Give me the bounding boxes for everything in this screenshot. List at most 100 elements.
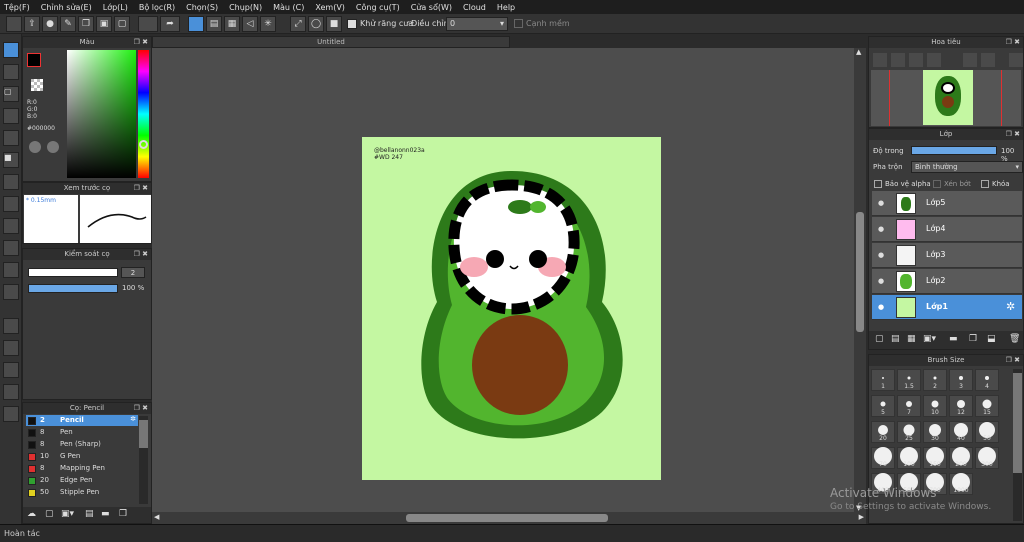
- close-icon[interactable]: ❐ ✖: [1006, 129, 1020, 140]
- brush-size-cell[interactable]: 200: [949, 447, 973, 469]
- canvas-vertical-scrollbar[interactable]: ▲ ▼: [854, 48, 866, 512]
- protect-alpha-checkbox[interactable]: [874, 180, 882, 188]
- shape-tool-icon[interactable]: [3, 384, 19, 400]
- gear-icon[interactable]: ✲: [130, 415, 136, 423]
- scroll-up-icon[interactable]: ▲: [856, 48, 861, 56]
- brush-size-cell[interactable]: 1000: [949, 473, 973, 495]
- new-layer-icon[interactable]: ▢: [875, 334, 884, 344]
- menu-capture[interactable]: Chụp(N): [229, 3, 262, 12]
- magic-wand-tool-icon[interactable]: [3, 130, 19, 146]
- menu-tools[interactable]: Công cụ(T): [356, 3, 400, 12]
- new-1bit-layer-icon[interactable]: ▦: [907, 334, 916, 344]
- rotate-tool-icon[interactable]: [3, 362, 19, 378]
- lock-icon[interactable]: [1009, 53, 1023, 67]
- brush-size-cell[interactable]: 25: [897, 421, 921, 443]
- zoom-tool-icon[interactable]: [3, 340, 19, 356]
- canvas-horizontal-scrollbar[interactable]: ◀ ▶: [152, 512, 866, 524]
- layer-row-1[interactable]: ● Lớp1 ✲: [872, 295, 1022, 320]
- layer-menu-icon[interactable]: ▣▾: [923, 334, 936, 344]
- hue-slider[interactable]: [138, 50, 149, 178]
- brush-size-cell[interactable]: 70: [871, 447, 895, 469]
- brush-size-cell[interactable]: 150: [923, 447, 947, 469]
- brush-size-cell[interactable]: 40: [949, 421, 973, 443]
- move-tool-icon[interactable]: [3, 174, 19, 190]
- eye-icon[interactable]: ●: [878, 225, 884, 233]
- close-icon[interactable]: ❐ ✖: [134, 183, 148, 194]
- eye-icon[interactable]: ●: [878, 199, 884, 207]
- text-tool-icon[interactable]: [3, 240, 19, 256]
- brush-menu-icon[interactable]: ▣▾: [61, 509, 74, 519]
- menu-file[interactable]: Tệp(F): [4, 3, 30, 12]
- menu-filter[interactable]: Bộ lọc(R): [139, 3, 175, 12]
- lasso-tool-icon[interactable]: [3, 108, 19, 124]
- radial-icon[interactable]: ✳: [260, 16, 276, 32]
- fill-tool-icon[interactable]: ■: [3, 152, 19, 168]
- close-icon[interactable]: ❐ ✖: [1006, 37, 1020, 48]
- menu-help[interactable]: Help: [497, 3, 515, 12]
- brush-item-g-pen[interactable]: 10 G Pen: [26, 451, 138, 462]
- document-canvas[interactable]: @bellanonn023a #WD 247: [362, 137, 661, 480]
- brush-item-mapping-pen[interactable]: 8 Mapping Pen: [26, 463, 138, 474]
- layer-row-4[interactable]: ● Lớp4: [872, 217, 1022, 242]
- menu-edit[interactable]: Chỉnh sửa(E): [41, 3, 92, 12]
- brush-size-cell[interactable]: 30: [923, 421, 947, 443]
- new-layer-folder-icon[interactable]: ▤: [891, 334, 900, 344]
- menu-layer[interactable]: Lớp(L): [103, 3, 128, 12]
- delete-layer-icon[interactable]: 🗑: [1009, 334, 1020, 344]
- clipping-checkbox[interactable]: [933, 180, 941, 188]
- merge-down-icon[interactable]: ⬓: [987, 334, 996, 344]
- brush-size-cell[interactable]: 5: [871, 395, 895, 417]
- close-icon[interactable]: ❐ ✖: [134, 37, 148, 48]
- softedge-checkbox[interactable]: [514, 19, 523, 28]
- brush-item-stipple-pen[interactable]: 50 Stipple Pen: [26, 487, 138, 498]
- frame-tool-icon[interactable]: [3, 406, 19, 422]
- brush-size-cell[interactable]: 10: [923, 395, 947, 417]
- brush-size-cell[interactable]: 12: [949, 395, 973, 417]
- share-icon[interactable]: ✎: [60, 16, 76, 32]
- scroll-right-icon[interactable]: ▶: [859, 513, 864, 521]
- undo-button[interactable]: [138, 16, 158, 32]
- brush-doc-icon[interactable]: ▤: [85, 509, 94, 519]
- brush-size-cell[interactable]: 50: [975, 421, 999, 443]
- primary-color-swatch[interactable]: [27, 53, 41, 67]
- brush-size-value[interactable]: 2: [121, 267, 145, 278]
- transparent-swatch[interactable]: [31, 79, 43, 91]
- circle-icon[interactable]: ◯: [308, 16, 324, 32]
- menu-cloud[interactable]: Cloud: [463, 3, 486, 12]
- flip-icon[interactable]: [981, 53, 995, 67]
- brush-item-pen[interactable]: 8 Pen: [26, 427, 138, 438]
- gradient-tool-icon[interactable]: [3, 196, 19, 212]
- palette-icon[interactable]: [29, 141, 41, 153]
- actual-size-icon[interactable]: [927, 53, 941, 67]
- brush-opacity-slider[interactable]: [28, 284, 118, 293]
- brush-size-cell[interactable]: 300: [975, 447, 999, 469]
- layer-row-5[interactable]: ● Lớp5: [872, 191, 1022, 216]
- grid-none-icon[interactable]: [188, 16, 204, 32]
- navigator-preview[interactable]: [871, 70, 1021, 126]
- eraser-tool-icon[interactable]: [3, 64, 19, 80]
- speech-icon[interactable]: ●: [42, 16, 58, 32]
- select-tool-icon[interactable]: ▢: [3, 86, 19, 102]
- close-icon[interactable]: ❐ ✖: [134, 249, 148, 260]
- blend-select[interactable]: Bình thường ▾: [911, 161, 1023, 173]
- folder-icon[interactable]: ▬: [101, 509, 110, 519]
- perspective-icon[interactable]: ◁: [242, 16, 258, 32]
- close-icon[interactable]: ❐ ✖: [1006, 355, 1020, 366]
- hand-tool-icon[interactable]: [3, 262, 19, 278]
- fill-icon[interactable]: ■: [326, 16, 342, 32]
- paste-icon[interactable]: ▣: [96, 16, 112, 32]
- menu-window[interactable]: Cửa sổ(W): [411, 3, 452, 12]
- layer-row-2[interactable]: ● Lớp2: [872, 269, 1022, 294]
- fit-icon[interactable]: [909, 53, 923, 67]
- brush-size-cell[interactable]: 15: [975, 395, 999, 417]
- antialias-checkbox[interactable]: [347, 19, 357, 29]
- adjust-select[interactable]: 0 ▾: [446, 17, 508, 31]
- lock-checkbox[interactable]: [981, 180, 989, 188]
- pen-tool-icon[interactable]: [3, 42, 19, 58]
- menu-select[interactable]: Chọn(S): [186, 3, 218, 12]
- eye-icon[interactable]: ●: [878, 251, 884, 259]
- brush-size-cell[interactable]: 100: [897, 447, 921, 469]
- new-file-button[interactable]: [6, 16, 22, 32]
- brush-size-cell[interactable]: 2: [923, 369, 947, 391]
- brush-size-scrollbar[interactable]: [1013, 369, 1022, 521]
